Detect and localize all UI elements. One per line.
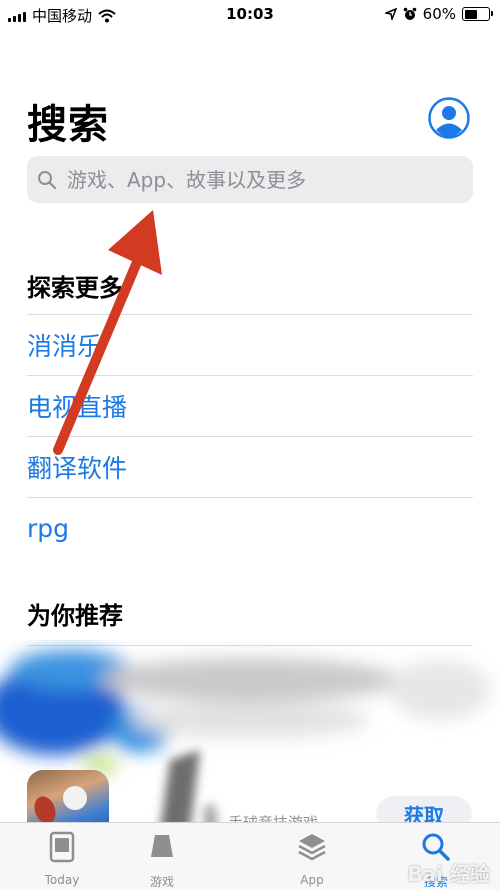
tab-apps[interactable]: App [262,823,362,890]
search-input[interactable] [65,166,473,193]
watermark: Bai 经验 [407,862,490,886]
alarm-icon [403,7,416,20]
discover-item-label[interactable]: 翻译软件 [27,449,127,485]
discover-list: 消消乐 电视直播 翻译软件 rpg [27,314,473,558]
tab-label: App [300,873,324,887]
location-icon [384,8,397,20]
discover-item[interactable]: rpg [27,497,473,558]
search-icon [38,170,57,189]
app-icon[interactable] [27,770,109,830]
app-artwork [34,786,87,824]
status-bar: 中国移动 10:03 60% [0,0,500,30]
tab-label: Today [44,873,80,887]
discover-item-label[interactable]: 消消乐 [27,327,102,363]
battery-icon [462,7,493,21]
recommended-title: 为你推荐 [27,602,123,630]
search-bar[interactable] [27,156,473,203]
status-right: 60% [384,5,493,23]
tab-games[interactable]: 游戏 [112,823,212,890]
discover-item[interactable]: 翻译软件 [27,436,473,497]
discover-item[interactable]: 电视直播 [27,375,473,436]
discover-title: 探索更多 [27,274,123,302]
battery-percent: 60% [422,5,456,23]
discover-item[interactable]: 消消乐 [27,314,473,375]
tab-label: 游戏 [149,875,174,889]
games-icon [151,835,173,857]
today-icon [49,831,75,863]
apps-icon [298,834,326,861]
discover-item-label[interactable]: 电视直播 [27,388,127,424]
discover-item-label[interactable]: rpg [27,514,69,543]
page-title: 搜索 [27,102,109,148]
account-avatar-icon[interactable] [428,97,470,139]
tab-today[interactable]: Today [12,823,112,890]
